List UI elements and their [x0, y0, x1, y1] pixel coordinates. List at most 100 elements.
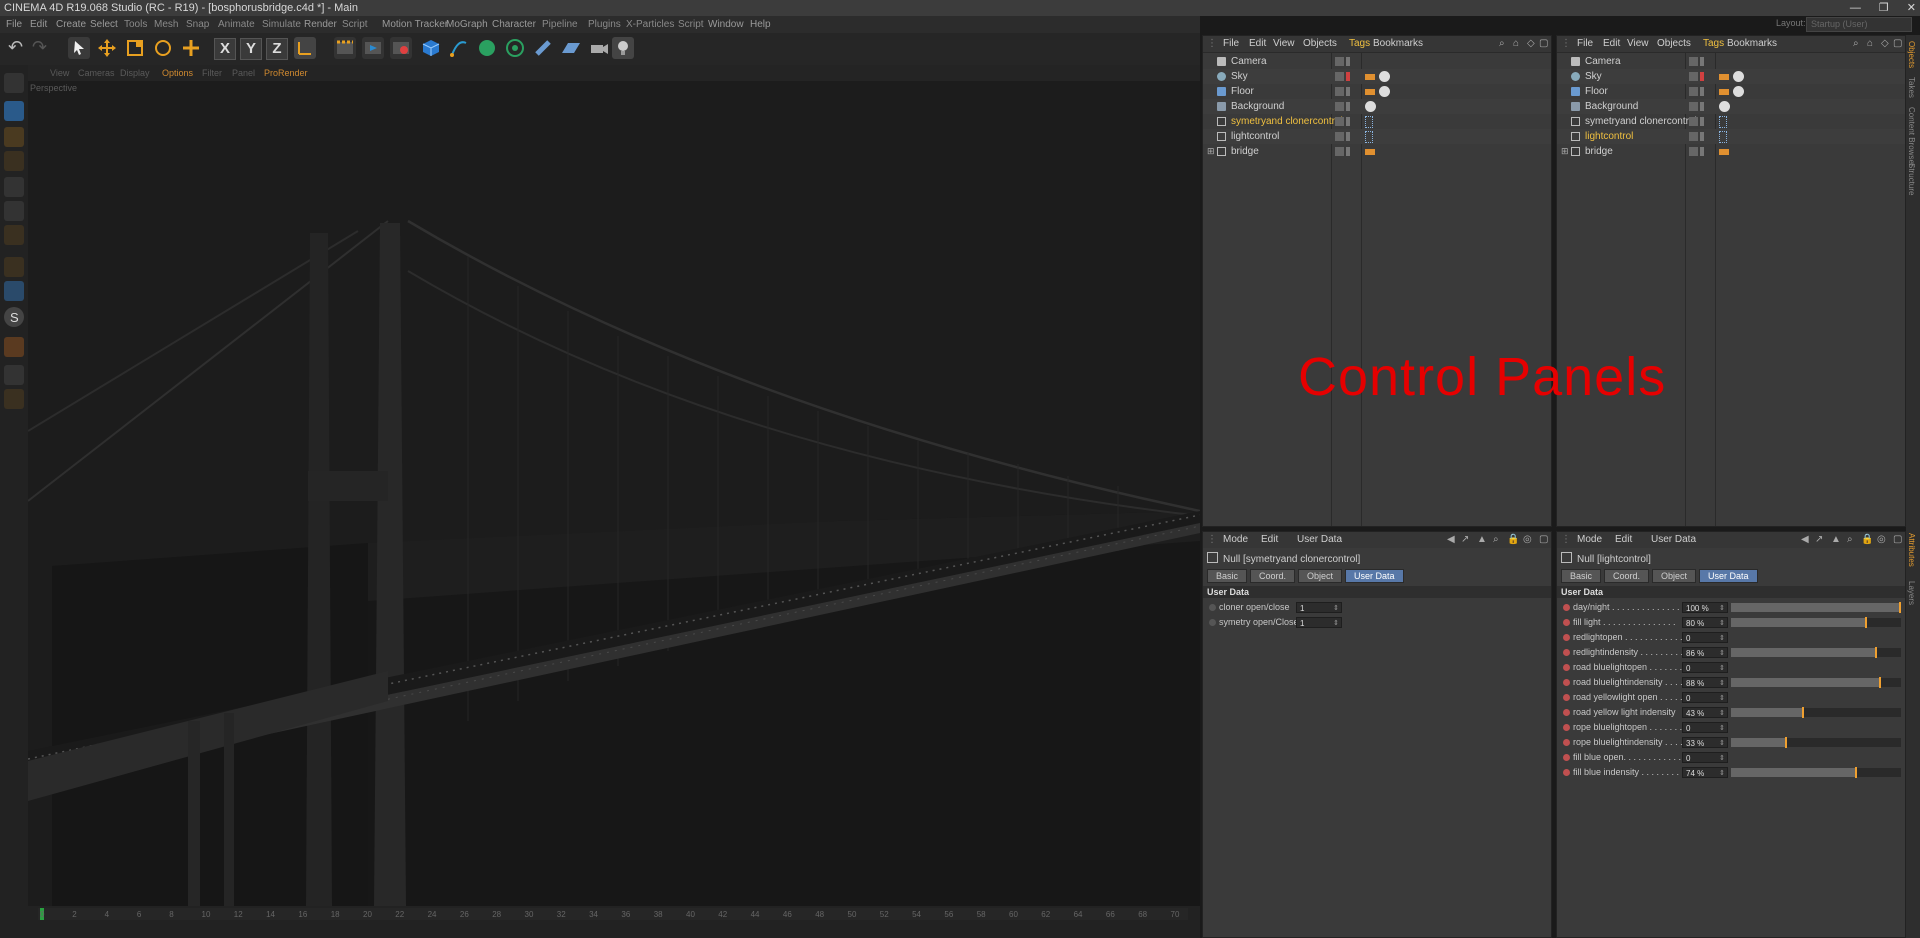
editor-render-dots-icon[interactable]: [1346, 72, 1350, 81]
render-settings-icon[interactable]: [390, 37, 412, 59]
visibility-check-icon[interactable]: [1689, 72, 1698, 81]
x-axis-toggle[interactable]: X: [214, 38, 236, 60]
live-selection-icon[interactable]: [68, 37, 90, 59]
menu-item[interactable]: Plugins: [588, 16, 621, 33]
user-data-slider[interactable]: [1731, 647, 1901, 658]
keyframe-toggle-icon[interactable]: [1563, 754, 1570, 761]
up-arrow-icon[interactable]: ▲: [1831, 532, 1841, 548]
cube-icon[interactable]: [420, 37, 442, 59]
material-tag-icon[interactable]: [1719, 101, 1730, 112]
menu-item[interactable]: Help: [750, 16, 771, 33]
keyframe-toggle-icon[interactable]: [1563, 739, 1570, 746]
keyframe-toggle-icon[interactable]: [1563, 649, 1570, 656]
visibility-check-icon[interactable]: [1335, 147, 1344, 156]
om-menu-edit[interactable]: Edit: [1249, 36, 1266, 52]
keyframe-toggle-icon[interactable]: [1209, 619, 1216, 626]
slider-handle[interactable]: [1802, 707, 1805, 718]
menu-item[interactable]: Motion Tracker: [382, 16, 448, 33]
scale-icon[interactable]: [124, 37, 146, 59]
tab-object[interactable]: Object: [1298, 569, 1343, 583]
user-data-value-field[interactable]: 0 ⇕: [1682, 752, 1728, 763]
om-menu-bookmarks[interactable]: Bookmarks: [1727, 36, 1777, 52]
coordinate-system-icon[interactable]: [294, 37, 316, 59]
object-name[interactable]: Sky: [1585, 69, 1602, 84]
undo-icon[interactable]: ↶: [8, 37, 32, 59]
light-icon[interactable]: [612, 37, 634, 59]
om-menu-view[interactable]: View: [1273, 36, 1295, 52]
xpresso-tag-icon[interactable]: [1365, 131, 1373, 143]
editor-render-dots-icon[interactable]: [1700, 132, 1704, 141]
pen-spline-icon[interactable]: [448, 37, 470, 59]
filter-icon[interactable]: ◇: [1881, 36, 1889, 52]
floor-icon[interactable]: [560, 37, 582, 59]
stepper-arrows-icon[interactable]: ⇕: [1333, 603, 1339, 614]
keyframe-toggle-icon[interactable]: [1209, 604, 1216, 611]
editor-render-dots-icon[interactable]: [1346, 147, 1350, 156]
user-data-slider[interactable]: [1731, 737, 1901, 748]
object-row[interactable]: symetryand clonercontrol: [1203, 114, 1551, 129]
keyframe-toggle-icon[interactable]: [1563, 724, 1570, 731]
object-row[interactable]: lightcontrol: [1203, 129, 1551, 144]
xpresso-tag-icon[interactable]: [1365, 116, 1373, 128]
am-menu-user-data[interactable]: User Data: [1651, 532, 1696, 548]
stepper-arrows-icon[interactable]: ⇕: [1719, 723, 1725, 734]
editor-render-dots-icon[interactable]: [1346, 102, 1350, 111]
material-tag-icon[interactable]: [1379, 86, 1390, 97]
side-tab[interactable]: Layers: [1907, 581, 1916, 605]
z-axis-toggle[interactable]: Z: [266, 38, 288, 60]
editor-render-dots-icon[interactable]: [1346, 117, 1350, 126]
texture-mode-icon[interactable]: [4, 127, 24, 147]
user-data-slider[interactable]: [1731, 707, 1901, 718]
viewport-menu-item[interactable]: Cameras: [78, 65, 115, 81]
user-data-value-field[interactable]: 0 ⇕: [1682, 632, 1728, 643]
user-data-value-field[interactable]: 1 ⇕: [1296, 602, 1342, 613]
stepper-arrows-icon[interactable]: ⇕: [1719, 678, 1725, 689]
object-name[interactable]: Background: [1231, 99, 1284, 114]
stepper-arrows-icon[interactable]: ⇕: [1719, 768, 1725, 779]
minimize-button[interactable]: —: [1850, 0, 1861, 16]
menu-item[interactable]: File: [6, 16, 22, 33]
om-menu-objects[interactable]: Objects: [1657, 36, 1691, 52]
settings-icon[interactable]: ◎: [1877, 532, 1886, 548]
editor-render-dots-icon[interactable]: [1700, 102, 1704, 111]
deformer-icon[interactable]: [532, 37, 554, 59]
object-name[interactable]: Floor: [1231, 84, 1254, 99]
user-data-slider[interactable]: [1731, 677, 1901, 688]
side-tab[interactable]: Takes: [1907, 77, 1916, 98]
menu-item[interactable]: Pipeline: [542, 16, 578, 33]
viewport-menu-item[interactable]: Display: [120, 65, 150, 81]
stepper-arrows-icon[interactable]: ⇕: [1719, 603, 1725, 614]
viewport-menu-item[interactable]: ProRender: [264, 65, 308, 81]
new-window-icon[interactable]: ▢: [1539, 36, 1548, 52]
slider-handle[interactable]: [1785, 737, 1788, 748]
viewport-menu-item[interactable]: Options: [162, 65, 193, 81]
editor-render-dots-icon[interactable]: [1700, 87, 1704, 96]
lock-icon[interactable]: 🔒: [1861, 532, 1873, 548]
am-menu-mode[interactable]: Mode: [1223, 532, 1248, 548]
search-icon[interactable]: ⌕: [1847, 532, 1853, 548]
move-icon[interactable]: [96, 37, 118, 59]
material-tag-icon[interactable]: [1365, 101, 1376, 112]
recent-tools-icon[interactable]: [180, 37, 202, 59]
user-data-value-field[interactable]: 0 ⇕: [1682, 662, 1728, 673]
new-window-icon[interactable]: ▢: [1893, 532, 1902, 548]
keyframe-toggle-icon[interactable]: [1563, 694, 1570, 701]
array-icon[interactable]: [504, 37, 526, 59]
tweak-icon[interactable]: [4, 281, 24, 301]
object-row[interactable]: Camera: [1557, 54, 1905, 69]
object-name[interactable]: Camera: [1231, 54, 1267, 69]
keyframe-toggle-icon[interactable]: [1563, 634, 1570, 641]
restore-button[interactable]: ❐: [1879, 0, 1889, 16]
tab-coord[interactable]: Coord.: [1250, 569, 1296, 583]
slider-handle[interactable]: [1875, 647, 1878, 658]
stepper-arrows-icon[interactable]: ⇕: [1333, 618, 1339, 629]
object-name[interactable]: Background: [1585, 99, 1638, 114]
object-name[interactable]: bridge: [1585, 144, 1613, 159]
keyframe-toggle-icon[interactable]: [1563, 619, 1570, 626]
object-name[interactable]: lightcontrol: [1231, 129, 1279, 144]
visibility-check-icon[interactable]: [1335, 57, 1344, 66]
stepper-arrows-icon[interactable]: ⇕: [1719, 633, 1725, 644]
stepper-arrows-icon[interactable]: ⇕: [1719, 648, 1725, 659]
object-row[interactable]: Background: [1557, 99, 1905, 114]
lock-icon[interactable]: 🔒: [1507, 532, 1519, 548]
